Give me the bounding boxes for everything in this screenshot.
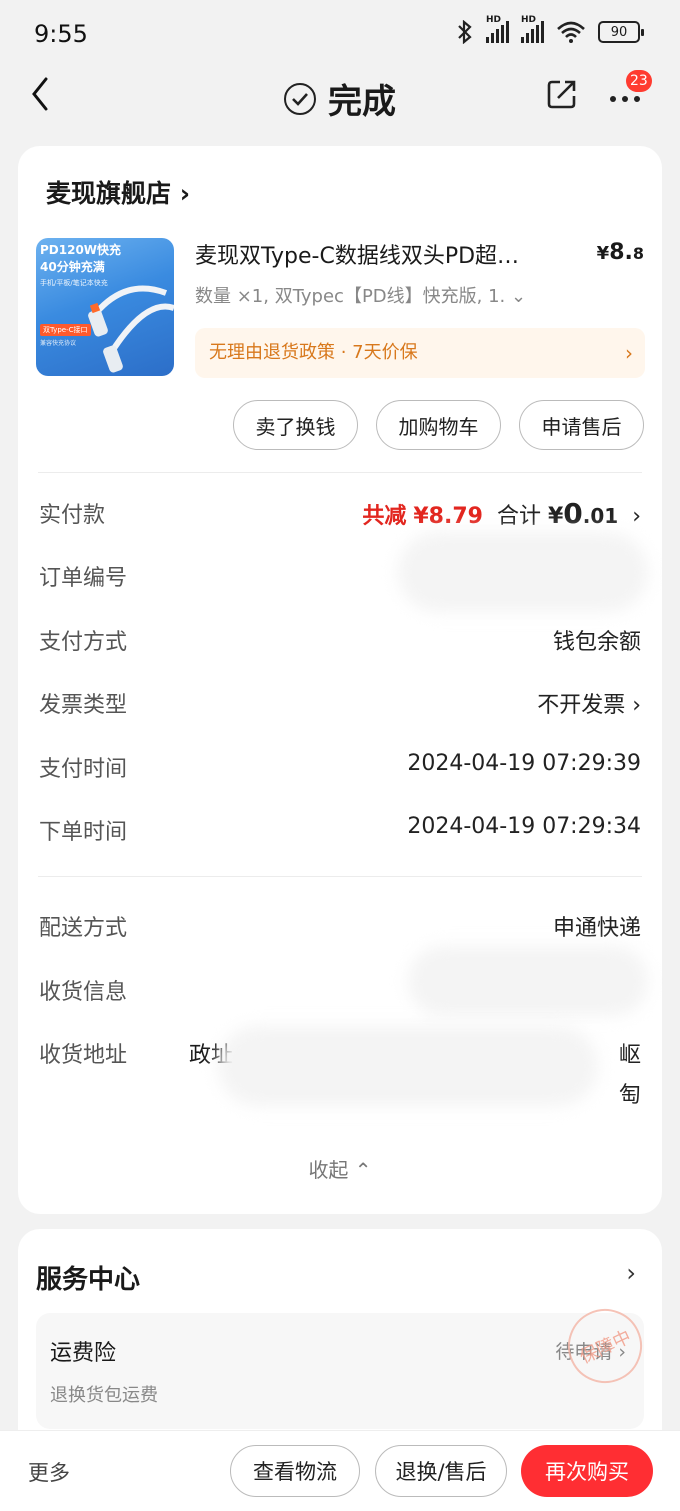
delivery-row: 配送方式 申通快递 [39, 916, 641, 941]
product-actions: 卖了换钱 加购物车 申请售后 [233, 400, 644, 450]
buy-again-button[interactable]: 再次购买 [521, 1445, 653, 1497]
divider [38, 876, 642, 877]
more-button[interactable]: 更多 [28, 1457, 70, 1487]
paid-amount: 共减 ¥8.79 合计 ¥0.01 › [362, 497, 641, 530]
thumb-tag: 双Type-C接口 [40, 324, 91, 336]
invoice-row[interactable]: 发票类型 不开发票 › [39, 687, 641, 727]
status-time: 9:55 [34, 20, 88, 48]
bluetooth-icon [458, 20, 472, 44]
check-circle-icon [284, 82, 316, 115]
shop-link[interactable]: 麦现旗舰店 › [46, 174, 190, 210]
pay-time-row: 支付时间 2024-04-19 07:29:39 [39, 751, 641, 782]
battery-icon: 90 [598, 21, 644, 43]
product-name[interactable]: 麦现双Type-C数据线双头PD超… [195, 238, 555, 270]
address-fragment: 匋 [618, 1083, 641, 1108]
payment-method-row: 支付方式 钱包余额 [39, 630, 641, 655]
divider [38, 472, 642, 473]
chevron-right-icon: › [625, 341, 633, 365]
chevron-right-icon: › [625, 504, 641, 529]
sell-button[interactable]: 卖了换钱 [233, 400, 358, 450]
more-dots-icon [610, 96, 640, 102]
header: 完成 23 [0, 66, 680, 126]
collapse-button[interactable]: 收起 ⌃ [18, 1154, 662, 1183]
status-bar: 9:55 HD HD 90 [0, 0, 680, 66]
after-sale-button[interactable]: 申请售后 [519, 400, 644, 450]
paid-row[interactable]: 实付款 共减 ¥8.79 合计 ¥0.01 › [39, 497, 641, 537]
return-after-sale-button[interactable]: 退换/售后 [375, 1445, 507, 1497]
page-title: 完成 [328, 82, 396, 122]
signal-2-icon: HD [521, 15, 544, 43]
order-card: 麦现旗舰店 › PD120W快充 40分钟充满 手机/平板/笔记本快充 双Typ… [18, 146, 662, 1214]
order-time-row: 下单时间 2024-04-19 07:29:34 [39, 814, 641, 845]
add-to-cart-button[interactable]: 加购物车 [376, 400, 501, 450]
redacted-order-number [398, 532, 648, 612]
wifi-icon [557, 21, 585, 43]
notification-badge: 23 [626, 70, 652, 92]
redacted-receiver [408, 946, 648, 1016]
service-center-title: 服务中心 [36, 1265, 141, 1295]
product-spec[interactable]: 数量 ×1, 双Typec【PD线】快充版, 1. ⌄ [195, 282, 526, 308]
thumb-tag-sub: 兼容快充协议 [40, 340, 77, 347]
cable-image [88, 285, 174, 373]
product-thumbnail[interactable]: PD120W快充 40分钟充满 手机/平板/笔记本快充 双Type-C接口 兼容… [36, 238, 174, 376]
service-item-desc: 退换货包运费 [50, 1385, 158, 1406]
status-icons: HD HD 90 [456, 15, 644, 44]
more-menu-button[interactable]: 23 [608, 70, 652, 116]
chevron-right-icon[interactable]: › [626, 1259, 636, 1287]
return-policy-banner[interactable]: 无理由退货政策 · 7天价保 › [195, 328, 645, 378]
address-fragment: 岖 [618, 1043, 641, 1068]
redacted-address [218, 1026, 598, 1106]
service-item-name: 运费险 [50, 1341, 117, 1366]
share-icon [547, 80, 576, 109]
bottom-action-bar: 更多 查看物流 退换/售后 再次购买 [0, 1430, 680, 1511]
product-price: ¥8.8 [596, 240, 644, 265]
policy-text: 无理由退货政策 · 7天价保 [209, 342, 418, 363]
shipping-insurance-item[interactable]: 运费险 退换货包运费 待申请 › [36, 1313, 644, 1429]
view-logistics-button[interactable]: 查看物流 [230, 1445, 360, 1497]
share-button[interactable] [546, 78, 578, 110]
shop-name: 麦现旗舰店 [46, 179, 172, 208]
signal-1-icon: HD [486, 15, 509, 43]
chevron-right-icon: › [179, 179, 191, 208]
page-title-wrap: 完成 [0, 74, 680, 123]
